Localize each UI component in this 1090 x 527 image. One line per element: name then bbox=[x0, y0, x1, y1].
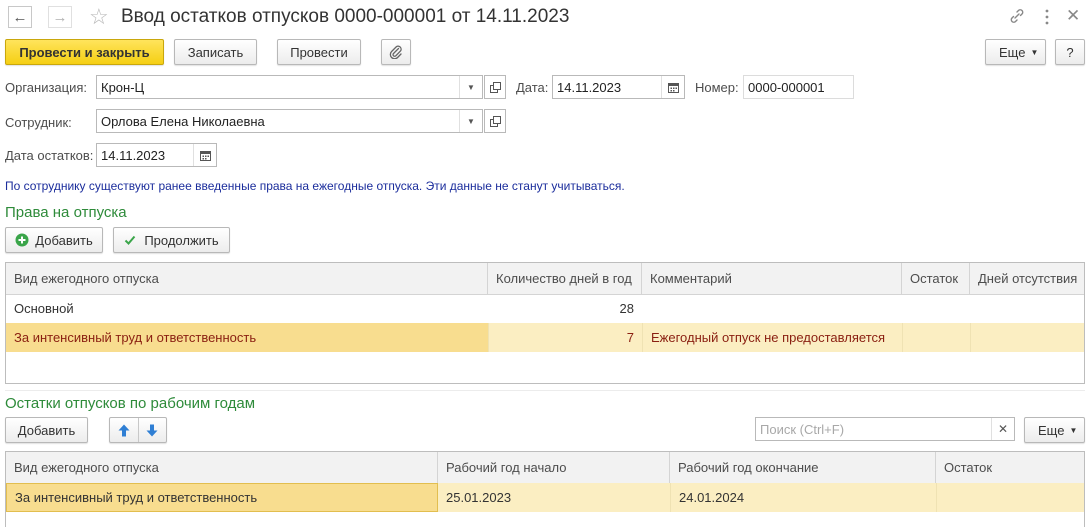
window-title: Ввод остатков отпусков 0000-000001 от 14… bbox=[121, 6, 570, 27]
rights-table[interactable]: Вид ежегодного отпуска Количество дней в… bbox=[5, 262, 1085, 384]
post-and-close-button[interactable]: Провести и закрыть bbox=[5, 39, 164, 65]
date-value: 14.11.2023 bbox=[557, 79, 622, 95]
balances-section-title: Остатки отпусков по рабочим годам bbox=[5, 395, 256, 412]
date-label: Дата: bbox=[516, 80, 549, 95]
link-icon[interactable] bbox=[1008, 7, 1026, 25]
open-window-icon bbox=[489, 115, 501, 127]
open-window-icon bbox=[489, 81, 501, 93]
organization-value: Крон-Ц bbox=[101, 79, 145, 95]
move-down-button[interactable] bbox=[139, 418, 167, 442]
star-icon[interactable]: ☆ bbox=[89, 4, 109, 30]
cell-comment bbox=[642, 294, 902, 323]
balances-table[interactable]: Вид ежегодного отпуска Рабочий год начал… bbox=[5, 451, 1085, 527]
post-button[interactable]: Провести bbox=[277, 39, 361, 65]
date-field[interactable]: 14.11.2023 bbox=[552, 75, 685, 99]
employee-field[interactable]: Орлова Елена Николаевна ▼ bbox=[96, 109, 483, 133]
balances-add-button[interactable]: Добавить bbox=[5, 417, 88, 443]
number-field[interactable]: 0000-000001 bbox=[743, 75, 854, 99]
cell-absence bbox=[970, 294, 1084, 323]
paperclip-icon bbox=[389, 45, 402, 59]
column-header-absence-days[interactable]: Дней отсутствия bbox=[970, 263, 1084, 294]
close-icon[interactable]: ✕ bbox=[1066, 6, 1080, 26]
column-header-remainder[interactable]: Остаток bbox=[902, 263, 970, 294]
arrow-up-icon bbox=[118, 424, 130, 436]
rights-section-title: Права на отпуска bbox=[5, 204, 127, 221]
vertical-dots-icon[interactable] bbox=[1044, 9, 1050, 25]
number-label: Номер: bbox=[695, 80, 739, 95]
rights-add-label: Добавить bbox=[35, 232, 93, 248]
calendar-icon[interactable] bbox=[661, 76, 684, 98]
more-button[interactable]: Еще ▼ bbox=[985, 39, 1046, 65]
number-value: 0000-000001 bbox=[748, 79, 825, 95]
more-label: Еще bbox=[1038, 422, 1065, 438]
help-button[interactable]: ? bbox=[1055, 39, 1085, 65]
move-up-button[interactable] bbox=[110, 418, 139, 442]
balances-more-button[interactable]: Еще ▼ bbox=[1024, 417, 1085, 443]
cell-year-end: 24.01.2024 bbox=[670, 483, 936, 512]
rights-add-button[interactable]: Добавить bbox=[5, 227, 103, 253]
balance-date-label: Дата остатков: bbox=[5, 148, 94, 163]
table-row[interactable]: Основной 28 bbox=[6, 294, 1084, 323]
checkmark-icon bbox=[125, 235, 136, 245]
cell-remainder bbox=[936, 483, 1084, 512]
organization-field[interactable]: Крон-Ц ▼ bbox=[96, 75, 483, 99]
chevron-down-icon: ▼ bbox=[1069, 425, 1078, 435]
move-buttons bbox=[109, 417, 167, 443]
table-row[interactable]: За интенсивный труд и ответственность 25… bbox=[6, 483, 1084, 512]
organization-open-button[interactable] bbox=[484, 75, 506, 99]
cell-remainder bbox=[902, 294, 970, 323]
cell-kind: За интенсивный труд и ответственность bbox=[6, 483, 438, 512]
cell-kind: Основной bbox=[14, 301, 74, 316]
arrow-left-icon: ← bbox=[12, 8, 28, 26]
column-header-year-start[interactable]: Рабочий год начало bbox=[438, 452, 670, 483]
balance-date-field[interactable]: 14.11.2023 bbox=[96, 143, 217, 167]
back-button[interactable]: ← bbox=[8, 6, 32, 28]
dropdown-arrow-icon[interactable]: ▼ bbox=[459, 110, 482, 132]
clear-search-icon[interactable]: ✕ bbox=[991, 418, 1014, 440]
column-header-days-per-year[interactable]: Количество дней в год bbox=[488, 263, 642, 294]
attach-button[interactable] bbox=[381, 39, 411, 65]
chevron-down-icon: ▼ bbox=[1030, 47, 1039, 57]
plus-circle-icon bbox=[15, 233, 29, 247]
balance-date-value: 14.11.2023 bbox=[101, 147, 166, 163]
info-message: По сотруднику существуют ранее введенные… bbox=[5, 179, 625, 193]
forward-button[interactable]: → bbox=[48, 6, 72, 28]
cell-comment: Ежегодный отпуск не предоставляется bbox=[642, 323, 902, 352]
more-label: Еще bbox=[999, 44, 1026, 60]
table-row[interactable]: За интенсивный труд и ответственность 7 … bbox=[6, 323, 1084, 352]
calendar-icon[interactable] bbox=[193, 144, 216, 166]
balances-table-header: Вид ежегодного отпуска Рабочий год начал… bbox=[6, 452, 1084, 484]
rights-table-header: Вид ежегодного отпуска Количество дней в… bbox=[6, 263, 1084, 295]
employee-label: Сотрудник: bbox=[5, 115, 72, 130]
cell-year-start: 25.01.2023 bbox=[446, 490, 512, 505]
cell-days: 7 bbox=[488, 323, 642, 352]
arrow-down-icon bbox=[146, 424, 158, 436]
section-divider bbox=[5, 390, 1085, 391]
column-header-kind[interactable]: Вид ежегодного отпуска bbox=[6, 263, 488, 294]
arrow-right-icon: → bbox=[52, 8, 68, 26]
search-placeholder: Поиск (Ctrl+F) bbox=[760, 421, 845, 437]
column-header-kind[interactable]: Вид ежегодного отпуска bbox=[6, 452, 438, 483]
cell-absence bbox=[970, 323, 1084, 352]
cell-kind: За интенсивный труд и ответственность bbox=[6, 323, 488, 352]
employee-value: Орлова Елена Николаевна bbox=[101, 113, 265, 129]
cell-remainder bbox=[902, 323, 970, 352]
rights-continue-button[interactable]: Продолжить bbox=[113, 227, 230, 253]
employee-open-button[interactable] bbox=[484, 109, 506, 133]
save-button[interactable]: Записать bbox=[174, 39, 257, 65]
organization-label: Организация: bbox=[5, 80, 88, 95]
column-header-year-end[interactable]: Рабочий год окончание bbox=[670, 452, 936, 483]
column-header-remainder[interactable]: Остаток bbox=[936, 452, 1084, 483]
rights-continue-label: Продолжить bbox=[144, 232, 219, 248]
cell-days: 28 bbox=[619, 301, 634, 316]
search-input[interactable]: Поиск (Ctrl+F) ✕ bbox=[755, 417, 1015, 441]
column-header-comment[interactable]: Комментарий bbox=[642, 263, 902, 294]
dropdown-arrow-icon[interactable]: ▼ bbox=[459, 76, 482, 98]
